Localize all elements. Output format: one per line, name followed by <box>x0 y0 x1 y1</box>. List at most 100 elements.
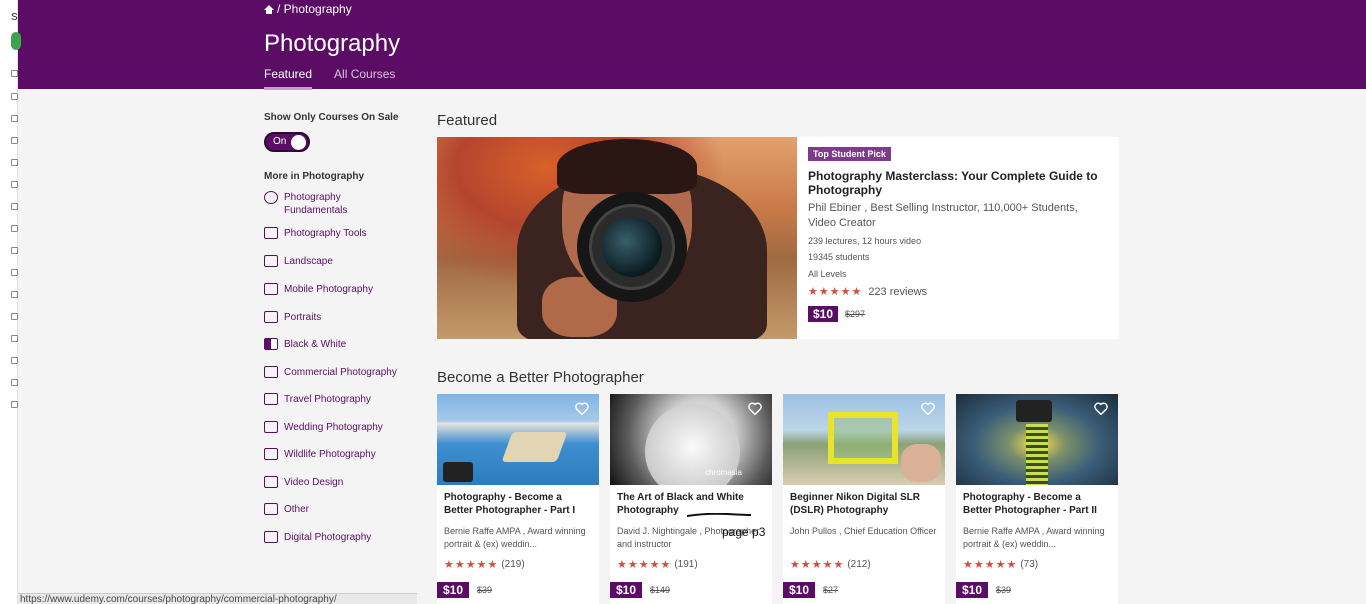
sale-price: $10 <box>956 582 989 598</box>
subcategory-label: Travel Photography <box>284 394 371 405</box>
tab-featured[interactable]: Featured <box>264 67 313 90</box>
toggle-knob <box>291 135 306 150</box>
course-price-row: $10 $39 <box>437 582 492 598</box>
subcategory-video-design[interactable]: Video Design <box>264 476 424 489</box>
subcategory-other[interactable]: Other <box>264 503 424 516</box>
side-strip-icon[interactable] <box>11 401 18 408</box>
course-image[interactable] <box>956 394 1118 485</box>
star-rating-icon: ★★★★★ <box>617 559 672 571</box>
course-image[interactable] <box>437 394 599 485</box>
course-image[interactable]: chromasia <box>610 394 772 485</box>
course-card[interactable]: chromasia The Art of Black and White Pho… <box>610 394 772 604</box>
featured-course-price-row: $10 $297 <box>808 306 1108 322</box>
toggle-state-label: On <box>273 136 287 147</box>
subcategory-label: Landscape <box>284 256 333 267</box>
more-in-category-label: More in Photography <box>264 171 364 182</box>
subcategory-photography-tools[interactable]: Photography Tools <box>264 227 424 240</box>
featured-course-students: 19345 students <box>808 252 870 262</box>
course-title[interactable]: Beginner Nikon Digital SLR (DSLR) Photog… <box>790 491 938 519</box>
heart-icon[interactable] <box>748 402 762 416</box>
subcategory-label: Photography Fundamentals <box>284 192 348 216</box>
course-image[interactable] <box>783 394 945 485</box>
image-watermark: chromasia <box>705 468 742 477</box>
course-title[interactable]: Photography - Become a Better Photograph… <box>963 491 1111 519</box>
featured-course-lectures: 239 lectures, 12 hours video <box>808 236 922 246</box>
featured-section-title: Featured <box>437 112 498 129</box>
featured-course-title[interactable]: Photography Masterclass: Your Complete G… <box>808 169 1108 197</box>
digital-icon <box>264 531 278 543</box>
side-strip-toggle[interactable] <box>11 32 21 50</box>
heart-icon[interactable] <box>1094 402 1108 416</box>
star-rating-icon: ★★★★★ <box>444 559 499 571</box>
subcategory-photography-fundamentals[interactable]: Photography Fundamentals <box>264 191 424 217</box>
course-card[interactable]: Photography - Become a Better Photograph… <box>956 394 1118 604</box>
course-price-row: $10 $39 <box>956 582 1011 598</box>
side-strip-icon[interactable] <box>11 269 18 276</box>
home-icon[interactable] <box>264 4 274 14</box>
subcategory-digital-photography[interactable]: Digital Photography <box>264 531 424 544</box>
camera-shape <box>443 462 473 482</box>
deck-chair-shape <box>501 432 568 462</box>
tripod-icon <box>264 227 278 239</box>
photographer-hair <box>557 139 697 194</box>
review-count: (219) <box>501 559 525 570</box>
side-strip-icon[interactable] <box>11 93 18 100</box>
subcategory-label: Wedding Photography <box>284 422 383 433</box>
side-strip-icon[interactable] <box>11 313 18 320</box>
course-card[interactable]: Beginner Nikon Digital SLR (DSLR) Photog… <box>783 394 945 604</box>
subcategory-mobile-photography[interactable]: Mobile Photography <box>264 283 424 296</box>
course-card-body: Photography - Become a Better Photograph… <box>437 485 599 577</box>
subcategory-list: Photography Fundamentals Photography Too… <box>264 191 424 544</box>
subcategory-travel-photography[interactable]: Travel Photography <box>264 393 424 406</box>
subcategory-commercial-photography[interactable]: Commercial Photography <box>264 366 424 379</box>
subcategory-portraits[interactable]: Portraits <box>264 311 424 324</box>
course-title[interactable]: Photography - Become a Better Photograph… <box>444 491 592 519</box>
side-strip-icon[interactable] <box>11 203 18 210</box>
mobile-icon <box>264 283 278 295</box>
subcategory-label: Commercial Photography <box>284 367 397 378</box>
sale-toggle[interactable]: On <box>264 132 310 152</box>
aperture-icon <box>264 191 278 204</box>
review-count: (212) <box>847 559 871 570</box>
side-strip-icon[interactable] <box>11 247 18 254</box>
side-strip-icon[interactable] <box>11 357 18 364</box>
heart-icon[interactable] <box>575 402 589 416</box>
sidebar: Show Only Courses On Sale On More in Pho… <box>264 112 424 544</box>
side-strip-icon[interactable] <box>11 291 18 298</box>
subcategory-wildlife-photography[interactable]: Wildlife Photography <box>264 448 424 461</box>
side-strip-icon[interactable] <box>11 159 18 166</box>
side-strip-icon[interactable] <box>11 115 18 122</box>
tab-all-courses[interactable]: All Courses <box>334 67 395 90</box>
star-rating-icon: ★★★★★ <box>808 286 863 298</box>
original-price: $27 <box>823 585 839 595</box>
original-price: $39 <box>996 585 1012 595</box>
course-card[interactable]: Photography - Become a Better Photograph… <box>437 394 599 604</box>
featured-course-info: Top Student Pick Photography Masterclass… <box>797 137 1119 339</box>
course-card-body: Beginner Nikon Digital SLR (DSLR) Photog… <box>783 485 945 577</box>
subcategory-wedding-photography[interactable]: Wedding Photography <box>264 421 424 434</box>
side-strip-icon[interactable] <box>11 70 18 77</box>
page-title: Photography <box>264 30 401 57</box>
side-strip-icon[interactable] <box>11 137 18 144</box>
original-price: $39 <box>477 585 493 595</box>
subcategory-black-white[interactable]: Black & White <box>264 338 424 351</box>
original-price: $149 <box>650 585 671 595</box>
featured-course-image[interactable] <box>437 137 797 339</box>
camera-lens-glass <box>602 217 662 277</box>
review-count: (191) <box>674 559 698 570</box>
subcategory-landscape[interactable]: Landscape <box>264 255 424 268</box>
heart-icon[interactable] <box>921 402 935 416</box>
side-strip-icon[interactable] <box>11 379 18 386</box>
category-tabs: Featured All Courses <box>264 67 395 90</box>
contrast-icon <box>264 338 278 350</box>
commercial-icon <box>264 366 278 378</box>
star-rating-icon: ★★★★★ <box>790 559 845 571</box>
subcategory-label: Other <box>284 504 310 515</box>
featured-course-card[interactable]: Top Student Pick Photography Masterclass… <box>437 137 1119 339</box>
side-strip-icon[interactable] <box>11 335 18 342</box>
sale-filter-label: Show Only Courses On Sale <box>264 112 399 123</box>
breadcrumb-text[interactable]: / Photography <box>277 2 352 16</box>
side-strip-icon[interactable] <box>11 225 18 232</box>
course-rating: ★★★★★ (191) <box>617 558 765 571</box>
side-strip-icon[interactable] <box>11 181 18 188</box>
